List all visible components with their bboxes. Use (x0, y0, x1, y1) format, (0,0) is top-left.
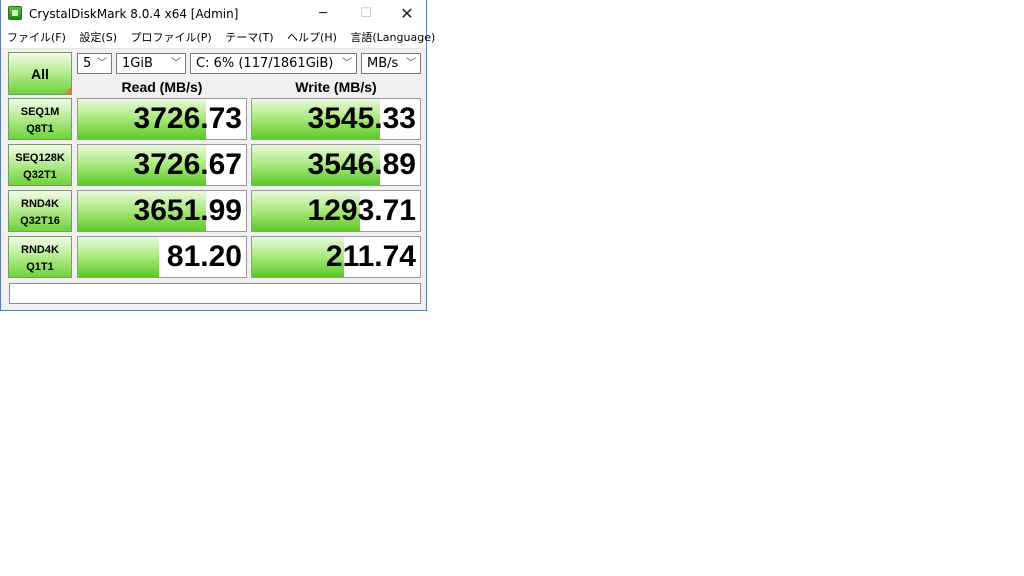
read-result-cell: 3651.99 (77, 190, 247, 232)
unit-select[interactable]: MB/s ﹀ (361, 53, 421, 74)
test-count-select[interactable]: 5 ﹀ (77, 53, 112, 74)
write-result-cell: 211.74 (251, 236, 421, 278)
write-result-cell: 3545.33 (251, 98, 421, 140)
read-value: 81.20 (166, 240, 242, 273)
write-header: Write (MB/s) (295, 79, 377, 95)
close-button[interactable]: ✕ (387, 0, 427, 28)
comment-field[interactable] (9, 283, 421, 304)
menu-bar: ファイル(F) 設定(S) プロファイル(P) テーマ(T) ヘルプ(H) 言語… (1, 28, 435, 49)
read-header: Read (MB/s) (121, 79, 203, 95)
read-result-cell: 3726.73 (77, 98, 247, 140)
chevron-down-icon: ﹀ (342, 58, 352, 69)
write-value: 211.74 (325, 240, 416, 273)
menu-settings[interactable]: 設定(S) (79, 31, 117, 44)
menu-language[interactable]: 言語(Language) (350, 31, 435, 44)
write-value: 1293.71 (307, 194, 416, 227)
test-params: Q32T16 (20, 215, 60, 227)
menu-profile[interactable]: プロファイル(P) (131, 31, 212, 44)
chevron-down-icon: ﹀ (171, 58, 181, 69)
window-title: CrystalDiskMark 8.0.4 x64 [Admin] (29, 7, 239, 21)
test-button-seq1m-q8t1[interactable]: SEQ1M Q8T1 (8, 98, 72, 140)
all-button-label: All (31, 65, 49, 82)
write-result-cell: 3546.89 (251, 144, 421, 186)
all-button[interactable]: All (8, 52, 72, 95)
read-result-cell: 3726.67 (77, 144, 247, 186)
chevron-down-icon: ﹀ (97, 58, 107, 69)
crystaldiskmark-app-icon (8, 6, 22, 20)
test-params: Q8T1 (26, 123, 54, 135)
test-button-rnd4k-q1t1[interactable]: RND4K Q1T1 (8, 236, 72, 278)
test-button-rnd4k-q32t16[interactable]: RND4K Q32T16 (8, 190, 72, 232)
read-progress-bar (78, 237, 159, 277)
app-window: CrystalDiskMark 8.0.4 x64 [Admin] ─ ☐ ✕ … (0, 0, 435, 311)
test-name: SEQ1M (20, 106, 60, 118)
test-size-select[interactable]: 1GiB ﹀ (116, 53, 186, 74)
write-result-cell: 1293.71 (251, 190, 421, 232)
test-params: Q1T1 (26, 261, 54, 273)
write-value: 3545.33 (307, 102, 416, 135)
drive-select[interactable]: C: 6% (117/1861GiB) ﹀ (190, 53, 357, 74)
test-size-value: 1GiB (122, 56, 153, 71)
test-name: RND4K (21, 244, 59, 256)
unit-value: MB/s (367, 56, 399, 71)
test-params: Q32T1 (23, 169, 57, 181)
menu-help[interactable]: ヘルプ(H) (287, 31, 337, 44)
write-value: 3546.89 (307, 148, 416, 181)
menu-theme[interactable]: テーマ(T) (225, 31, 273, 44)
title-bar: CrystalDiskMark 8.0.4 x64 [Admin] ─ ☐ ✕ (1, 0, 426, 28)
read-value: 3651.99 (133, 194, 242, 227)
corner-indicator (64, 87, 71, 94)
read-value: 3726.73 (133, 102, 242, 135)
minimize-button[interactable]: ─ (303, 0, 343, 28)
menu-file[interactable]: ファイル(F) (7, 31, 66, 44)
test-name: SEQ128K (15, 152, 65, 164)
maximize-button[interactable]: ☐ (346, 0, 386, 28)
read-result-cell: 81.20 (77, 236, 247, 278)
test-name: RND4K (21, 198, 59, 210)
read-value: 3726.67 (133, 148, 242, 181)
test-button-seq128k-q32t1[interactable]: SEQ128K Q32T1 (8, 144, 72, 186)
chevron-down-icon: ﹀ (406, 58, 416, 69)
drive-value: C: 6% (117/1861GiB) (196, 56, 334, 71)
test-count-value: 5 (83, 56, 92, 71)
benchmark-panel: All 5 ﹀ 1GiB ﹀ C: 6% (117/1861GiB) ﹀ MB/… (1, 49, 426, 310)
